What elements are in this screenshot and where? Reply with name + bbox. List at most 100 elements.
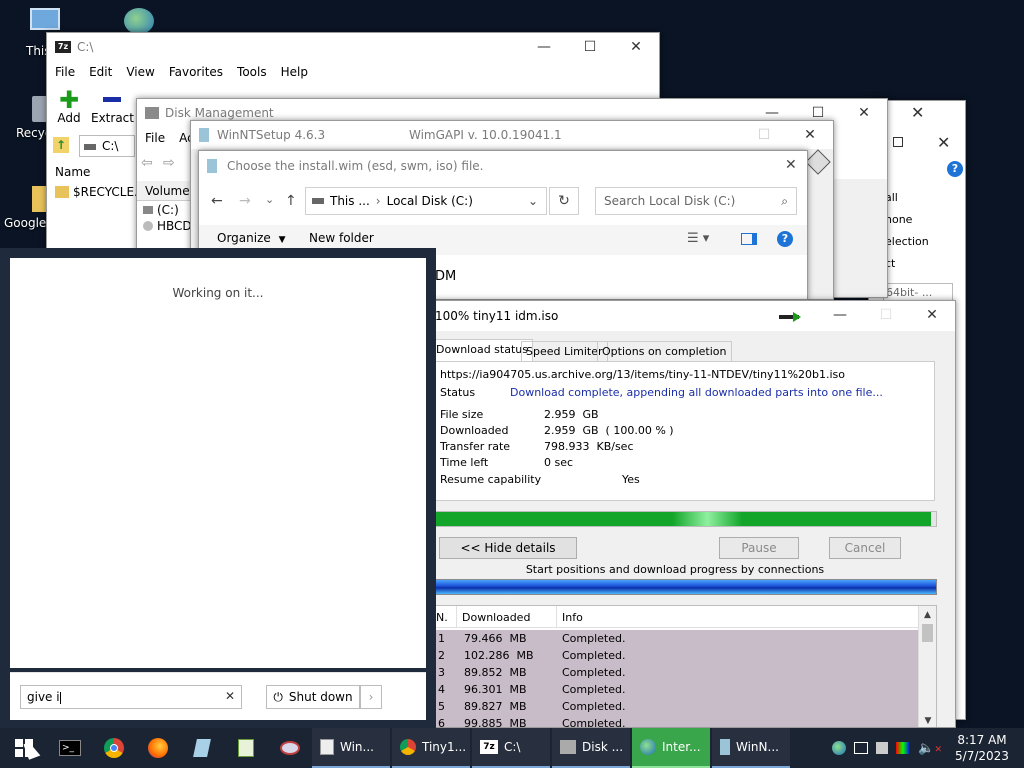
back-arrow-icon[interactable]: ← xyxy=(211,193,223,209)
taskbar-window-idm[interactable]: Inter... xyxy=(632,728,710,768)
minimize-icon[interactable]: — xyxy=(521,33,567,61)
volume-icon xyxy=(143,206,153,214)
window-title: C:\ xyxy=(77,40,94,54)
forward-arrow-icon[interactable]: → xyxy=(239,193,251,209)
titlebar[interactable]: Choose the install.wim (esd, swm, iso) f… xyxy=(199,151,807,181)
refresh-button[interactable]: ↻ xyxy=(549,187,579,215)
table-row[interactable]: 2 102.286 MB Completed. xyxy=(434,647,918,664)
window-idm-download[interactable]: 100% tiny11 idm.iso — ☐ ✕ Download statu… xyxy=(412,300,956,728)
taskbar-window-disk-management[interactable]: Disk ... xyxy=(552,728,630,768)
taskbar-window-chrome[interactable]: Tiny1... xyxy=(392,728,470,768)
volume-muted-icon[interactable]: 🔈✕ xyxy=(918,741,942,756)
clock[interactable]: 8:17 AM 5/7/2023 xyxy=(950,732,1014,764)
menu-item-tools[interactable]: Tools xyxy=(237,65,267,79)
maximize-icon[interactable]: ☐ xyxy=(863,301,909,329)
tab-options-on-completion[interactable]: Options on completion xyxy=(597,341,732,361)
network-icon[interactable] xyxy=(854,742,869,754)
menu-item-view[interactable]: View xyxy=(126,65,154,79)
taskbar-pin-app[interactable] xyxy=(180,728,224,768)
close-icon[interactable]: ✕ xyxy=(787,121,833,149)
list-item[interactable]: $RECYCLE.B xyxy=(55,185,146,199)
help-icon[interactable]: ? xyxy=(777,231,793,247)
scrollbar-thumb[interactable] xyxy=(922,624,933,642)
menu-item-help[interactable]: Help xyxy=(281,65,308,79)
view-options-icon[interactable]: ☰ ▾ xyxy=(687,231,709,246)
maximize-icon[interactable]: ☐ xyxy=(741,121,787,149)
address-segment[interactable]: This ... xyxy=(330,194,370,208)
taskbar-pin-notepad[interactable] xyxy=(224,728,268,768)
scroll-down-icon[interactable]: ▼ xyxy=(919,712,936,727)
table-row[interactable]: 6 99.885 MB Completed. xyxy=(434,715,918,727)
cancel-button[interactable]: Cancel xyxy=(829,537,901,559)
minimize-icon[interactable] xyxy=(695,121,741,149)
up-folder-icon[interactable]: ↑ xyxy=(53,137,69,153)
close-icon[interactable]: ✕ xyxy=(841,99,887,127)
close-icon[interactable]: ✕ xyxy=(937,133,950,152)
maximize-icon[interactable] xyxy=(893,137,903,147)
column-header-volume[interactable]: Volume xyxy=(137,181,193,201)
taskbar-pin-chrome[interactable] xyxy=(92,728,136,768)
taskbar-window-label: Inter... xyxy=(662,740,701,754)
drive-tool-icon[interactable] xyxy=(805,149,831,175)
table-row[interactable]: 5 89.827 MB Completed. xyxy=(434,698,918,715)
vertical-scrollbar[interactable]: ▲ ▼ xyxy=(918,606,936,727)
close-icon[interactable]: ✕ xyxy=(613,33,659,61)
fragment-text: none xyxy=(885,213,913,226)
globe-icon[interactable] xyxy=(124,8,154,34)
add-button[interactable]: ✚ Add xyxy=(55,88,83,125)
table-row[interactable]: 1 79.466 MB Completed. xyxy=(434,630,918,647)
chevron-down-icon[interactable]: ⌄ xyxy=(528,194,538,208)
column-header-downloaded[interactable]: Downloaded xyxy=(462,611,530,624)
up-arrow-icon[interactable]: ↑ xyxy=(285,193,297,209)
close-icon[interactable]: ✕ xyxy=(911,103,924,122)
pause-button[interactable]: Pause xyxy=(719,537,799,559)
color-app-icon[interactable] xyxy=(896,742,911,754)
organize-button[interactable]: Organize ▼ xyxy=(217,231,286,245)
menu-item-file[interactable]: File xyxy=(55,65,75,79)
clear-icon[interactable]: ✕ xyxy=(225,689,235,703)
help-icon[interactable]: ? xyxy=(947,161,963,177)
scroll-up-icon[interactable]: ▲ xyxy=(919,606,936,624)
search-input[interactable]: give i ✕ xyxy=(20,685,242,709)
transfer-rate-label: Transfer rate xyxy=(440,440,511,453)
address-segment[interactable]: Local Disk (C:) xyxy=(387,194,473,208)
minimize-icon[interactable]: — xyxy=(817,301,863,329)
list-item[interactable]: HBCD xyxy=(143,219,192,233)
search-input[interactable]: Search Local Disk (C:) ⌕ xyxy=(595,187,797,215)
new-folder-button[interactable]: New folder xyxy=(309,231,374,245)
path-value: C:\ xyxy=(102,139,119,153)
shutdown-button[interactable]: ⏻ Shut down xyxy=(266,685,360,709)
menu-item-file[interactable]: File xyxy=(145,131,165,145)
connections-table[interactable]: N. Downloaded Info 1 79.466 MB Completed… xyxy=(433,605,937,727)
list-item[interactable]: (C:) xyxy=(143,203,179,217)
tab-download-status[interactable]: Download status xyxy=(431,339,533,361)
column-header-n[interactable]: N. xyxy=(436,611,448,624)
address-bar[interactable]: This ... › Local Disk (C:) ⌄ xyxy=(305,187,547,215)
menu-item-favorites[interactable]: Favorites xyxy=(169,65,223,79)
taskbar-pin-tool[interactable] xyxy=(268,728,312,768)
close-icon[interactable]: ✕ xyxy=(909,301,955,329)
taskbar-pin-terminal[interactable]: >_ xyxy=(48,728,92,768)
usb-icon[interactable] xyxy=(876,742,889,754)
idm-tray-icon[interactable] xyxy=(832,741,847,755)
column-header-name[interactable]: Name xyxy=(55,165,90,179)
tab-speed-limiter[interactable]: Speed Limiter xyxy=(521,341,608,361)
table-row[interactable]: 4 96.301 MB Completed. xyxy=(434,681,918,698)
table-row[interactable]: 3 89.852 MB Completed. xyxy=(434,664,918,681)
back-arrow-icon[interactable]: ⇦ xyxy=(141,155,153,171)
maximize-icon[interactable]: ☐ xyxy=(567,33,613,61)
forward-arrow-icon[interactable]: ⇨ xyxy=(163,155,175,171)
preview-pane-icon[interactable] xyxy=(741,233,757,245)
taskbar-window-winntsetup-doc[interactable]: Win... xyxy=(312,728,390,768)
taskbar-window-winntsetup[interactable]: WinN... xyxy=(712,728,790,768)
menu-item-edit[interactable]: Edit xyxy=(89,65,112,79)
extract-button[interactable]: Extract xyxy=(91,89,134,125)
taskbar-pin-firefox[interactable] xyxy=(136,728,180,768)
path-field[interactable]: C:\ xyxy=(79,135,135,157)
column-header-info[interactable]: Info xyxy=(562,611,583,624)
hide-details-button[interactable]: << Hide details xyxy=(439,537,577,559)
taskbar-window-7zip[interactable]: 7z C:\ xyxy=(472,728,550,768)
shutdown-options-button[interactable]: › xyxy=(360,685,382,709)
close-icon[interactable]: ✕ xyxy=(785,157,797,173)
chevron-down-icon[interactable]: ⌄ xyxy=(265,193,274,206)
